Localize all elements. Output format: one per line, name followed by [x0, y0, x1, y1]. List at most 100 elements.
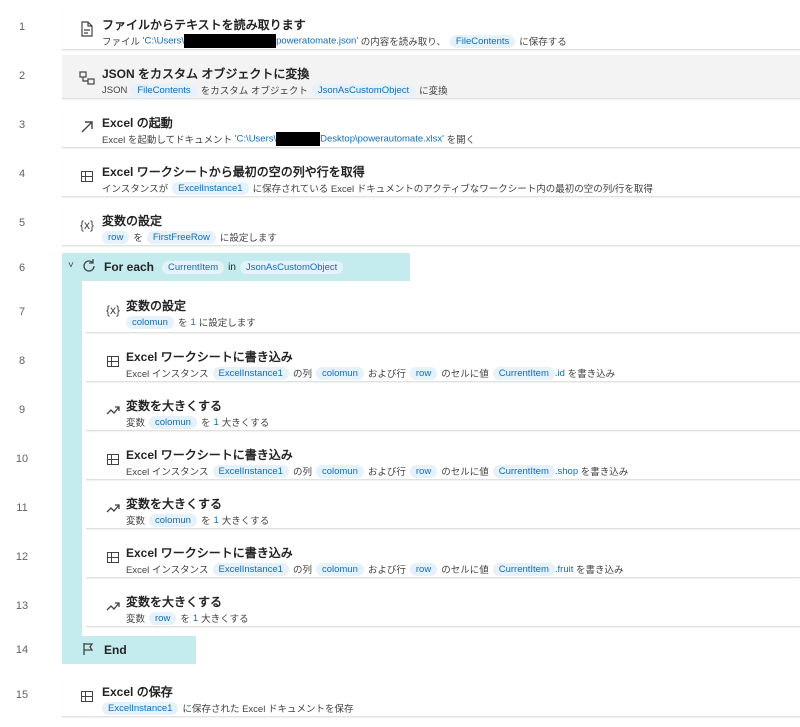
action-title: Excel ワークシートに書き込み: [126, 448, 293, 462]
variable-chip[interactable]: JsonAsCustomObject: [239, 260, 344, 274]
variable-chip[interactable]: colomun: [149, 513, 197, 527]
path-start: 'C:\Users\: [234, 133, 277, 145]
action-increase-colomun[interactable]: 変数を大きくする 変数 colomun を 1 大きくする: [86, 485, 800, 529]
flag-icon: [82, 642, 94, 659]
action-read-text-file[interactable]: ファイルからテキストを読み取ります ファイル 'C:\Users\ powerat…: [62, 6, 800, 50]
action-title: JSON をカスタム オブジェクトに変換: [102, 67, 310, 81]
line-number: 9: [18, 404, 26, 416]
excel-icon: [78, 167, 96, 185]
line-number: 13: [15, 600, 29, 612]
action-description: 変数 row を 1 大きくする: [126, 611, 249, 625]
variable-chip[interactable]: row: [409, 366, 438, 380]
path-end: poweratomate.json': [276, 35, 359, 47]
desc-text: および行: [367, 467, 406, 478]
variable-chip[interactable]: FirstFreeRow: [146, 230, 216, 244]
variable-chip[interactable]: ExcelInstance1: [212, 562, 289, 576]
variable-chip[interactable]: colomun: [315, 366, 364, 380]
action-write-excel-shop[interactable]: Excel ワークシートに書き込み Excel インスタンス ExcelInst…: [86, 436, 800, 480]
variable-chip[interactable]: FileContents: [131, 83, 197, 97]
variable-chip[interactable]: CurrentItem: [162, 260, 225, 274]
redacted-block: [184, 34, 277, 48]
variable-chip[interactable]: ExcelInstance1: [212, 366, 289, 380]
desc-text: を書き込み: [576, 565, 624, 576]
action-title: Excel ワークシートに書き込み: [126, 350, 293, 364]
line-number: 10: [15, 453, 29, 465]
action-title: Excel の起動: [102, 116, 173, 130]
variable-chip[interactable]: row: [409, 562, 438, 576]
variable-chip[interactable]: colomun: [126, 315, 174, 329]
trend-up-icon: [104, 597, 122, 615]
desc-text: のセルに値: [441, 467, 489, 478]
line-number: 14: [15, 644, 29, 656]
action-description: 変数 colomun を 1 大きくする: [126, 415, 269, 429]
variable-chip[interactable]: colomun: [315, 562, 364, 576]
action-set-variable-row[interactable]: {x} 変数の設定 row を FirstFreeRow に設定します: [62, 202, 800, 246]
desc-text: 大きくする: [201, 614, 249, 625]
action-convert-json[interactable]: JSON をカスタム オブジェクトに変換 JSON FileContents を…: [62, 55, 800, 99]
path-start: 'C:\Users\: [142, 35, 185, 47]
variable-chip[interactable]: FileContents: [449, 34, 516, 48]
action-title: Excel ワークシートから最初の空の列や行を取得: [102, 165, 365, 179]
variable-chip[interactable]: colomun: [315, 464, 364, 478]
excel-icon: [104, 352, 122, 370]
action-increase-row[interactable]: 変数を大きくする 変数 row を 1 大きくする: [86, 583, 800, 627]
line-number: 12: [15, 551, 29, 563]
end-label: End: [104, 643, 127, 657]
line-number: 8: [18, 355, 26, 367]
number-value: 1: [213, 416, 219, 428]
line-number: 15: [15, 689, 29, 701]
desc-text: を開く: [446, 135, 476, 146]
line-number: 4: [18, 168, 26, 180]
variable-chip[interactable]: row: [409, 464, 438, 478]
line-number: 5: [18, 217, 26, 229]
convert-icon: [78, 69, 96, 87]
loop-end[interactable]: End: [62, 636, 196, 664]
variable-chip[interactable]: row: [149, 611, 177, 625]
excel-icon: [78, 687, 96, 705]
variable-chip[interactable]: ExcelInstance1: [102, 701, 179, 715]
desc-text: の列: [292, 369, 312, 380]
variable-icon: {x}: [79, 218, 94, 232]
line-number: 1: [18, 21, 26, 33]
desc-text: 変数: [126, 418, 146, 429]
variable-chip[interactable]: colomun: [149, 415, 197, 429]
action-save-excel[interactable]: Excel の保存 ExcelInstance1 に保存された Excel ドキ…: [62, 673, 800, 717]
desc-text: のセルに値: [441, 369, 489, 380]
desc-text: を: [180, 614, 190, 625]
action-get-first-free[interactable]: Excel ワークシートから最初の空の列や行を取得 インスタンスが ExcelI…: [62, 153, 800, 197]
desc-text: の列: [292, 565, 312, 576]
action-set-variable-colomun[interactable]: {x} 変数の設定 colomun を 1 に設定します: [86, 287, 800, 333]
action-description: colomun を 1 に設定します: [126, 315, 256, 329]
variable-chip[interactable]: ExcelInstance1: [212, 464, 289, 478]
variable-chip[interactable]: CurrentItem: [492, 464, 555, 478]
desc-text: Excel インスタンス: [126, 369, 209, 380]
variable-chip[interactable]: ExcelInstance1: [172, 181, 249, 195]
action-description: Excel インスタンス ExcelInstance1 の列 colomun お…: [126, 464, 628, 478]
desc-text: Excel を起動してドキュメント: [102, 135, 233, 146]
number-value: 1: [190, 316, 196, 328]
loop-keyword: For each: [104, 260, 155, 274]
variable-chip[interactable]: CurrentItem: [492, 366, 555, 380]
file-path: 'C:\Users\ Desktop\powerautomate.xlsx': [235, 132, 444, 146]
excel-icon: [104, 450, 122, 468]
file-path: 'C:\Users\ poweratomate.json': [142, 34, 359, 48]
chevron-down-icon[interactable]: ˅: [68, 260, 74, 271]
variable-chip[interactable]: JsonAsCustomObject: [311, 83, 416, 97]
action-write-excel-fruit[interactable]: Excel ワークシートに書き込み Excel インスタンス ExcelInst…: [86, 534, 800, 578]
variable-chip[interactable]: CurrentItem: [492, 562, 555, 576]
action-write-excel-id[interactable]: Excel ワークシートに書き込み Excel インスタンス ExcelInst…: [86, 338, 800, 382]
desc-text: に変換: [419, 86, 448, 97]
action-title: Excel の保存: [102, 685, 173, 699]
action-launch-excel[interactable]: Excel の起動 Excel を起動してドキュメント 'C:\Users\ De…: [62, 104, 800, 148]
line-number: 11: [16, 502, 28, 514]
action-title: 変数の設定: [126, 299, 187, 313]
desc-text: を: [133, 233, 143, 244]
for-each-loop-header[interactable]: ˅ For each CurrentItem in JsonAsCustomOb…: [62, 253, 410, 281]
desc-text: および行: [367, 369, 406, 380]
property-name: .fruit: [554, 563, 574, 575]
action-description: ファイル 'C:\Users\ poweratomate.json' の内容を読み…: [102, 34, 567, 48]
variable-chip[interactable]: row: [102, 230, 130, 244]
action-increase-colomun[interactable]: 変数を大きくする 変数 colomun を 1 大きくする: [86, 387, 800, 431]
desc-text: に設定します: [198, 318, 256, 329]
action-description: row を FirstFreeRow に設定します: [102, 230, 277, 244]
